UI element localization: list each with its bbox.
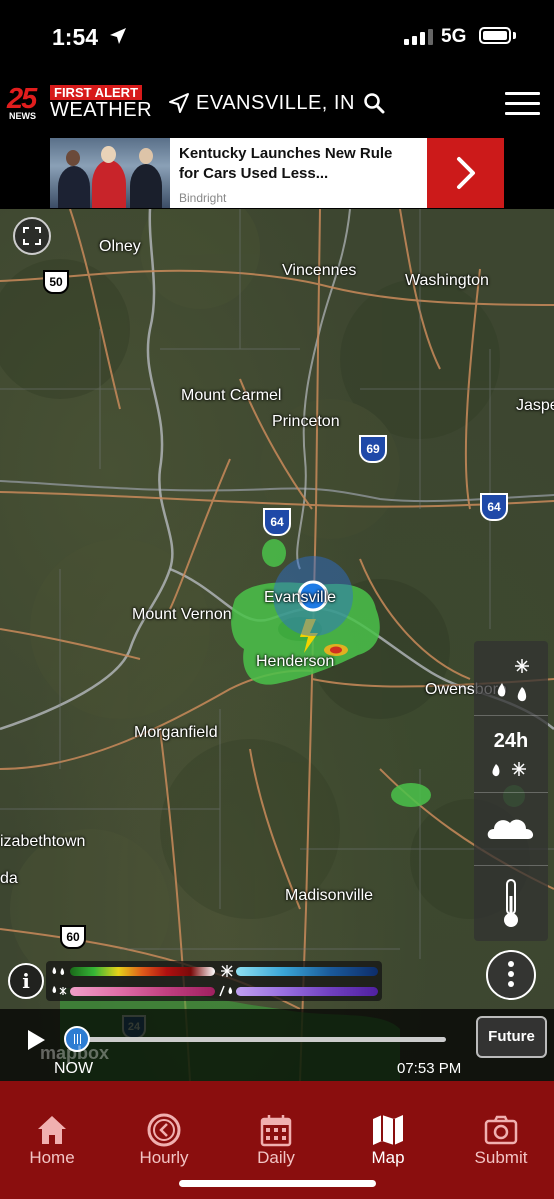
city-label: Princeton xyxy=(272,413,340,430)
layer-temperature[interactable] xyxy=(474,866,548,941)
hamburger-menu-icon[interactable] xyxy=(505,92,540,122)
interstate-shield: 69 xyxy=(359,435,387,463)
info-icon[interactable]: i xyxy=(8,963,44,999)
rain-legend-icon xyxy=(52,967,65,975)
logo-news: NEWS xyxy=(9,111,36,121)
timeline-start-label: NOW xyxy=(54,1060,94,1077)
location-name: EVANSVILLE, IN xyxy=(196,91,355,114)
mix-scale xyxy=(70,987,215,996)
city-label: da xyxy=(0,870,18,887)
network-type: 5G xyxy=(441,26,467,47)
cellular-signal-icon xyxy=(404,29,433,45)
logo-weather: WEATHER xyxy=(50,99,153,121)
more-options-button[interactable] xyxy=(486,950,536,1000)
location-arrow-icon xyxy=(169,93,189,113)
ice-scale xyxy=(236,987,378,996)
rain-snow-icon xyxy=(497,659,529,702)
city-label: Jaspe xyxy=(516,397,554,414)
city-label: Mount Vernon xyxy=(132,606,232,623)
home-icon xyxy=(38,1116,66,1144)
city-label: Morganfield xyxy=(134,724,218,741)
city-label: Olney xyxy=(99,238,141,255)
timeline-end-label: 07:53 PM xyxy=(397,1060,462,1077)
app-header: 25 NEWS FIRST ALERT WEATHER EVANSVILLE, … xyxy=(0,75,554,133)
battery-cap xyxy=(513,32,516,39)
interstate-shield: 64 xyxy=(480,493,508,521)
layer-24h-accumulation[interactable]: 24h xyxy=(474,716,548,792)
station-logo[interactable]: 25 NEWS FIRST ALERT WEATHER xyxy=(7,83,153,121)
timeline-track[interactable] xyxy=(76,1037,446,1042)
thermometer-icon xyxy=(504,879,518,927)
battery-icon xyxy=(479,27,511,44)
expand-icon xyxy=(23,227,41,245)
interstate-shield: 64 xyxy=(263,508,291,536)
tab-label: Map xyxy=(371,1148,405,1167)
snow-scale xyxy=(236,967,378,976)
city-label: Washington xyxy=(405,272,489,289)
location-selector[interactable]: EVANSVILLE, IN xyxy=(168,90,385,116)
tab-daily[interactable]: Daily xyxy=(221,1081,331,1171)
camera-icon xyxy=(484,1115,518,1145)
status-bar: 1:54 5G xyxy=(0,0,554,75)
city-label: Madisonville xyxy=(285,887,374,904)
us-route-shield: 50 xyxy=(43,270,69,294)
chevron-right-icon xyxy=(456,157,475,189)
map-features xyxy=(0,209,554,1081)
snow-legend-icon xyxy=(221,965,233,977)
ad-image xyxy=(50,138,170,208)
mix-legend-icon xyxy=(52,986,67,995)
tab-map[interactable]: Map xyxy=(333,1081,443,1171)
map-icon xyxy=(373,1115,403,1145)
calendar-icon xyxy=(260,1115,292,1147)
logo-first-alert: FIRST ALERT xyxy=(50,85,143,100)
tab-label: Hourly xyxy=(139,1148,189,1167)
city-label: Evansville xyxy=(264,589,337,606)
future-button[interactable]: Future xyxy=(476,1016,547,1058)
tab-home[interactable]: Home xyxy=(0,1081,107,1171)
layer-panel: 24h xyxy=(474,641,548,941)
ad-headline: Kentucky Launches New Rule for Cars Used… xyxy=(179,145,393,182)
precip-legend xyxy=(46,961,382,1001)
radar-map[interactable]: 50 69 64 64 60 24 Olney Vincennes Washin… xyxy=(0,209,554,1081)
ad-open-button[interactable] xyxy=(427,138,504,208)
ad-source: Bindright xyxy=(179,191,227,205)
us-route-shield: 60 xyxy=(60,925,86,949)
tab-label: Daily xyxy=(257,1148,295,1167)
tab-submit[interactable]: Submit xyxy=(446,1081,554,1171)
rain-snow-small-icon xyxy=(492,762,526,777)
layer-precip-type[interactable] xyxy=(474,641,548,715)
logo-number: 25 xyxy=(7,83,37,115)
layer-clouds[interactable] xyxy=(474,793,548,865)
fullscreen-button[interactable] xyxy=(13,217,51,255)
ice-legend-icon xyxy=(219,985,233,997)
location-services-icon xyxy=(110,28,126,44)
clock-back-icon xyxy=(147,1113,181,1147)
city-label: Mount Carmel xyxy=(181,387,282,404)
tab-label: Submit xyxy=(474,1148,528,1167)
tab-hourly[interactable]: Hourly xyxy=(109,1081,219,1171)
ad-banner[interactable]: Kentucky Launches New Rule for Cars Used… xyxy=(50,138,504,208)
radar-timeline: mapbox NOW 07:53 PM Future xyxy=(0,1009,554,1081)
cloud-icon xyxy=(487,819,534,839)
rain-scale xyxy=(70,967,215,976)
home-indicator[interactable] xyxy=(179,1180,376,1187)
city-label: Vincennes xyxy=(282,262,357,279)
city-label: izabethtown xyxy=(0,833,86,850)
timespan-label: 24h xyxy=(493,730,529,752)
status-time: 1:54 xyxy=(52,24,99,50)
city-label: Henderson xyxy=(256,653,335,670)
tab-label: Home xyxy=(29,1148,75,1167)
search-icon[interactable] xyxy=(363,92,385,114)
